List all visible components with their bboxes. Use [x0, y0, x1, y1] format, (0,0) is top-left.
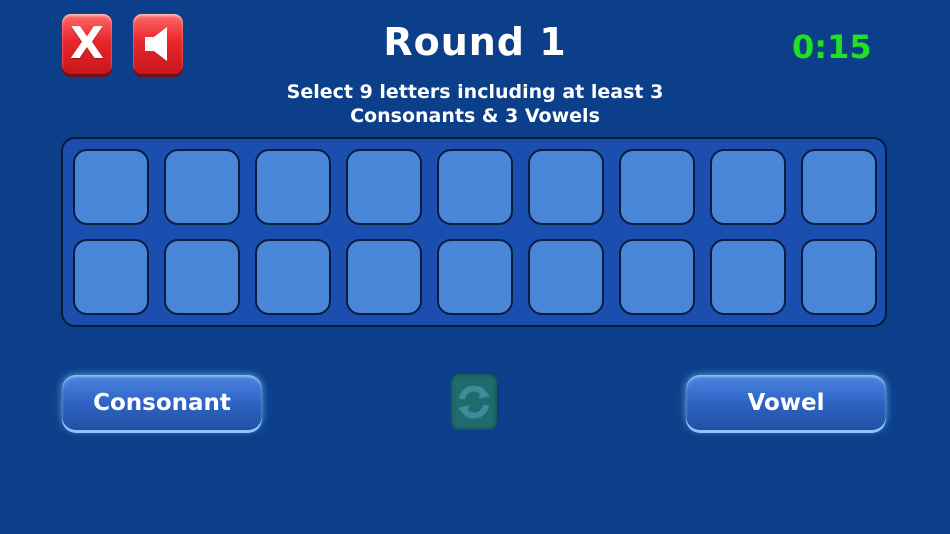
letter-tile: [437, 239, 513, 315]
letter-tile: [164, 149, 240, 225]
letter-tile: [437, 149, 513, 225]
letter-tile: [164, 239, 240, 315]
letter-tile: [801, 239, 877, 315]
letter-tile: [346, 239, 422, 315]
instructions-line-2: Consonants & 3 Vowels: [350, 105, 600, 127]
letter-tile: [528, 149, 604, 225]
letter-tile: [710, 239, 786, 315]
letter-tile: [619, 239, 695, 315]
letter-tile: [255, 149, 331, 225]
refresh-arrows-icon: [458, 385, 490, 419]
instructions-text: Select 9 letters including at least 3 Co…: [0, 80, 950, 128]
letter-tile: [346, 149, 422, 225]
letter-tile: [73, 239, 149, 315]
refresh-button[interactable]: [451, 374, 497, 430]
letter-tile: [528, 239, 604, 315]
vowel-button[interactable]: Vowel: [686, 375, 886, 430]
instructions-line-1: Select 9 letters including at least 3: [286, 81, 664, 103]
letter-tile: [255, 239, 331, 315]
consonant-button[interactable]: Consonant: [62, 375, 262, 430]
letter-board: [61, 137, 887, 327]
letter-tile: [619, 149, 695, 225]
letter-tile: [73, 149, 149, 225]
letter-tile: [801, 149, 877, 225]
countdown-timer: 0:15: [792, 28, 872, 66]
letter-tile: [710, 149, 786, 225]
